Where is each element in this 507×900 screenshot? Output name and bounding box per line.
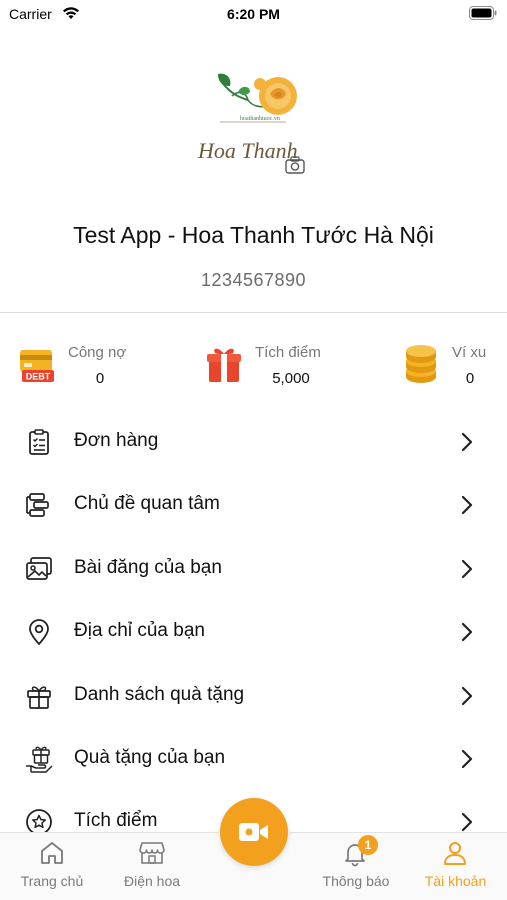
menu-item-your-gifts[interactable]: Quà tặng của bạn — [0, 727, 507, 790]
store-logo[interactable]: hoathanhtuoc.vn Hoa Thanh — [190, 66, 320, 176]
menu-item-label: Tích điểm — [74, 810, 158, 831]
tab-home[interactable]: Trang chủ — [0, 833, 104, 900]
gift-icon — [27, 686, 51, 709]
logo-brand-text: Hoa Thanh — [197, 138, 298, 163]
chevron-right-icon — [461, 622, 473, 642]
gallery-icon — [26, 557, 52, 580]
menu-item-label: Bài đăng của bạn — [74, 557, 222, 578]
menu-item-gift-list[interactable]: Danh sách quà tặng — [0, 664, 507, 727]
chevron-right-icon — [461, 559, 473, 579]
chevron-right-icon — [461, 432, 473, 452]
chevron-right-icon — [461, 812, 473, 832]
stat-points[interactable]: Tích điểm 5,000 — [200, 340, 350, 390]
gift-hand-icon — [26, 746, 53, 773]
stat-coins-value: 0 — [465, 370, 475, 387]
video-camera-icon — [239, 823, 268, 841]
stat-points-value: 5,000 — [272, 370, 310, 387]
coins-icon — [406, 345, 436, 383]
stat-debt-label: Công nợ — [68, 344, 127, 361]
menu-item-orders[interactable]: Đơn hàng — [0, 410, 507, 473]
clock: 6:20 PM — [227, 6, 280, 22]
menu-item-label: Đơn hàng — [74, 430, 159, 451]
stat-debt-value: 0 — [95, 370, 105, 387]
svg-text:DEBT: DEBT — [26, 372, 51, 382]
stat-coins-label: Ví xu — [452, 344, 487, 361]
chevron-right-icon — [461, 749, 473, 769]
notification-badge: 1 — [358, 835, 378, 855]
battery-icon — [469, 6, 497, 20]
camera-icon[interactable] — [285, 156, 305, 174]
tab-flowers-label: Điện hoa — [123, 873, 181, 889]
profile-name: Test App - Hoa Thanh Tước Hà Nội — [73, 222, 434, 248]
tab-notifications-label: Thông báo — [322, 873, 390, 889]
menu-item-label: Địa chỉ của bạn — [74, 620, 205, 641]
stat-points-label: Tích điểm — [255, 344, 321, 361]
tab-home-label: Trang chủ — [20, 873, 84, 889]
video-camera-button[interactable] — [220, 798, 288, 866]
profile-phone: 1234567890 — [200, 270, 307, 290]
rose-logo-icon: hoathanhtuoc.vn Hoa Thanh — [197, 73, 305, 174]
menu-item-address[interactable]: Địa chỉ của bạn — [0, 600, 507, 663]
location-pin-icon — [29, 619, 49, 646]
user-icon — [444, 842, 466, 865]
stat-debt[interactable]: DEBT Công nợ 0 — [0, 340, 170, 390]
status-bar: Carrier 6:20 PM — [0, 0, 507, 30]
tab-notifications[interactable]: 1 Thông báo — [308, 833, 404, 900]
menu-item-label: Danh sách quà tặng — [74, 684, 245, 705]
topics-icon — [26, 493, 49, 517]
menu-item-posts[interactable]: Bài đăng của bạn — [0, 537, 507, 600]
order-list-icon — [29, 429, 49, 455]
chevron-right-icon — [461, 686, 473, 706]
tab-account-label: Tài khoản — [424, 873, 487, 889]
menu-item-topics[interactable]: Chủ đề quan tâm — [0, 473, 507, 536]
menu-item-label: Quà tặng của bạn — [74, 747, 226, 768]
debt-card-icon: DEBT — [20, 350, 54, 382]
logo-url-text: hoathanhtuoc.vn — [240, 116, 280, 122]
divider — [0, 312, 507, 313]
account-stats: DEBT Công nợ 0 Tích điểm 5,000 Ví xu 0 — [0, 340, 507, 390]
gift-box-icon — [207, 348, 241, 382]
stat-coins[interactable]: Ví xu 0 — [400, 340, 507, 390]
menu-item-label: Chủ đề quan tâm — [74, 493, 220, 514]
home-icon — [41, 842, 63, 864]
chevron-right-icon — [461, 495, 473, 515]
shop-icon — [139, 842, 165, 864]
tab-account[interactable]: Tài khoản — [404, 833, 507, 900]
tab-flowers[interactable]: Điện hoa — [104, 833, 200, 900]
